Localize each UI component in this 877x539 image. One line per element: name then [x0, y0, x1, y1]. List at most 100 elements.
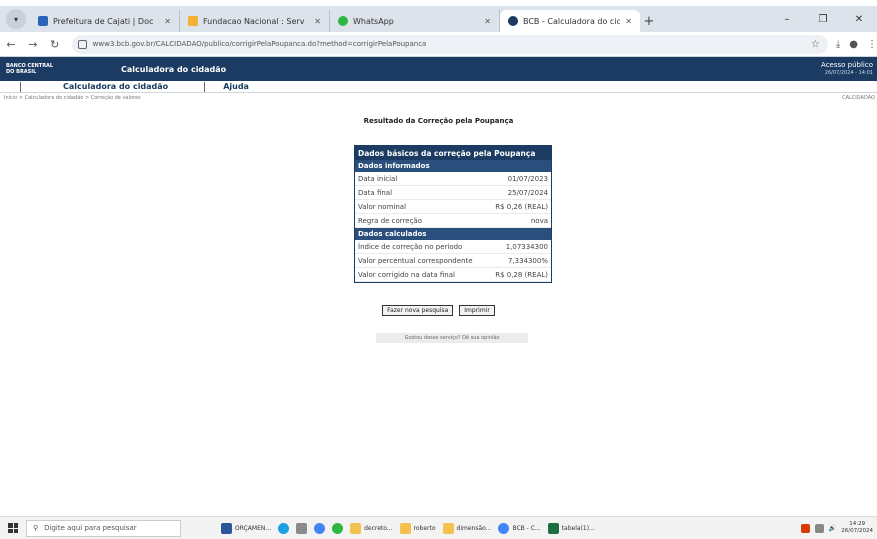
- clock[interactable]: 14:29 26/07/2024: [841, 521, 873, 535]
- app-title: Calculadora do cidadão: [121, 64, 227, 74]
- menu-item-calculadora[interactable]: Calculadora do cidadão: [63, 82, 168, 91]
- new-tab-button[interactable]: +: [640, 14, 658, 29]
- browser-tools: ⤓ ● ⋮: [836, 39, 877, 50]
- row-label: Data inicial: [358, 174, 398, 183]
- bcb-logo[interactable]: BANCO CENTRAL DO BRASIL: [0, 63, 95, 75]
- forward-arrow-icon[interactable]: →: [22, 38, 44, 51]
- row-value: 25/07/2024: [507, 188, 548, 197]
- tab-prefeitura[interactable]: Prefeitura de Cajati | Doc ✕: [30, 10, 180, 32]
- taskbar-label: roberto: [413, 524, 436, 532]
- row-label: Regra de correção: [358, 216, 423, 225]
- taskbar-label: ORÇAMEN...: [235, 524, 272, 532]
- tray-app-icon[interactable]: [814, 523, 824, 533]
- taskbar-app-tabela[interactable]: tabela(1)...: [547, 520, 595, 537]
- folder-icon: [350, 522, 362, 534]
- tab-favicon: [38, 16, 48, 26]
- new-search-button[interactable]: Fazer nova pesquisa: [382, 305, 454, 316]
- row-value: 1,07334300: [505, 242, 548, 251]
- address-toolbar: ← → ↻ www3.bcb.gov.br/CALCIDADAO/publico…: [0, 32, 877, 57]
- profile-icon[interactable]: ●: [849, 39, 858, 50]
- result-table: Dados básicos da correção pela Poupança …: [354, 145, 552, 283]
- minimize-button[interactable]: –: [769, 14, 805, 25]
- result-actions: Fazer nova pesquisa Imprimir: [0, 305, 877, 316]
- tab-bcb-calculadora[interactable]: BCB - Calculadora do cidadão ✕: [500, 10, 640, 32]
- restore-button[interactable]: ❐: [805, 14, 841, 25]
- folder-icon: [442, 522, 454, 534]
- whatsapp-icon: [332, 522, 344, 534]
- row-value: 7,334300%: [507, 256, 548, 265]
- download-icon[interactable]: ⤓: [836, 39, 840, 50]
- taskbar-app-edge[interactable]: [278, 520, 290, 537]
- back-arrow-icon[interactable]: ←: [0, 38, 22, 51]
- browser-tab-bar: ▾ Prefeitura de Cajati | Doc ✕ Fundacao …: [0, 6, 877, 32]
- row-value: R$ 0,28 (REAL): [495, 270, 548, 279]
- row-label: Índice de correção no período: [358, 242, 463, 251]
- tab-favicon: [338, 16, 348, 26]
- windows-taskbar: ⚲ Digite aqui para pesquisar ORÇAMEN... …: [0, 516, 877, 539]
- tab-fundacao[interactable]: Fundacao Nacional : Serv ✕: [180, 10, 330, 32]
- breadcrumb: Início > Calculadora do cidadão > Correç…: [0, 95, 877, 105]
- breadcrumb-text[interactable]: Início > Calculadora do cidadão > Correç…: [4, 95, 141, 105]
- bookmark-star-icon[interactable]: ☆: [811, 39, 820, 50]
- search-placeholder: Digite aqui para pesquisar: [44, 524, 137, 532]
- taskbar-app-store[interactable]: [296, 520, 308, 537]
- site-info-icon[interactable]: [77, 39, 87, 49]
- close-tab-icon[interactable]: ✕: [625, 17, 632, 26]
- row-label: Data final: [358, 188, 393, 197]
- print-button[interactable]: Imprimir: [459, 305, 495, 316]
- table-row: Valor corrigido na data final R$ 0,28 (RE…: [355, 268, 551, 282]
- row-value: nova: [530, 216, 548, 225]
- public-access-label[interactable]: Acesso público: [821, 61, 873, 69]
- taskbar-app-chrome[interactable]: [314, 520, 326, 537]
- table-row: Data final 25/07/2024: [355, 186, 551, 200]
- table-header: Dados básicos da correção pela Poupança: [355, 146, 551, 160]
- tab-search-icon[interactable]: ▾: [6, 9, 26, 29]
- volume-icon[interactable]: 🔊: [829, 525, 836, 532]
- close-tab-icon[interactable]: ✕: [484, 17, 491, 26]
- menu-item-ajuda[interactable]: Ajuda: [223, 82, 249, 91]
- row-value: R$ 0,26 (REAL): [495, 202, 548, 211]
- table-row: Data inicial 01/07/2023: [355, 172, 551, 186]
- tab-whatsapp[interactable]: WhatsApp ✕: [330, 10, 500, 32]
- tab-title: WhatsApp: [353, 16, 394, 26]
- taskbar-app-decreto[interactable]: decreto...: [350, 520, 393, 537]
- tab-favicon: [188, 16, 198, 26]
- taskbar-app-whatsapp[interactable]: [332, 520, 344, 537]
- taskbar-label: BCB - C...: [512, 524, 541, 532]
- url-text: www3.bcb.gov.br/CALCIDADAO/publico/corri…: [92, 40, 427, 48]
- row-label: Valor percentual correspondente: [358, 256, 473, 265]
- menu-divider: [204, 81, 206, 92]
- section-calculated: Dados calculados: [355, 228, 551, 240]
- close-tab-icon[interactable]: ✕: [164, 17, 171, 26]
- close-window-button[interactable]: ✕: [841, 14, 877, 25]
- breadcrumb-right: CALCIDADAO: [842, 95, 875, 101]
- result-title: Resultado da Correção pela Poupança: [363, 117, 514, 125]
- taskbar-search[interactable]: ⚲ Digite aqui para pesquisar: [26, 519, 181, 537]
- tab-title: Fundacao Nacional : Serv: [203, 16, 305, 26]
- bcb-header: BANCO CENTRAL DO BRASIL Calculadora do c…: [0, 57, 877, 81]
- tab-title: BCB - Calculadora do cidadão: [523, 16, 621, 26]
- table-row: Regra de correção nova: [355, 214, 551, 228]
- excel-icon: [547, 522, 559, 534]
- feedback-link[interactable]: Gostou desse serviço? Dê sua opinião: [376, 333, 528, 343]
- tab-favicon: [508, 16, 518, 26]
- clock-date: 26/07/2024: [841, 528, 873, 534]
- taskbar-app-dimensao[interactable]: dimensão...: [442, 520, 492, 537]
- row-label: Valor corrigido na data final: [358, 270, 455, 279]
- taskbar-app-orcamento[interactable]: ORÇAMEN...: [221, 520, 271, 537]
- taskbar-label: dimensão...: [456, 524, 492, 532]
- start-button[interactable]: [0, 523, 26, 533]
- tray-app-icon[interactable]: [800, 523, 810, 533]
- taskbar-app-bcb[interactable]: BCB - C...: [498, 520, 541, 537]
- logo-line-2: DO BRASIL: [6, 69, 37, 75]
- reload-icon[interactable]: ↻: [44, 38, 66, 51]
- taskbar-app-roberto[interactable]: roberto: [399, 520, 436, 537]
- menu-dots-icon[interactable]: ⋮: [867, 39, 877, 50]
- close-tab-icon[interactable]: ✕: [314, 17, 321, 26]
- table-row: Índice de correção no período 1,07334300: [355, 240, 551, 254]
- address-bar[interactable]: www3.bcb.gov.br/CALCIDADAO/publico/corri…: [71, 34, 828, 54]
- access-datetime: 26/07/2024 - 14:01: [824, 70, 873, 76]
- folder-icon: [399, 522, 411, 534]
- tab-title: Prefeitura de Cajati | Doc: [53, 16, 154, 26]
- chrome-icon: [314, 522, 326, 534]
